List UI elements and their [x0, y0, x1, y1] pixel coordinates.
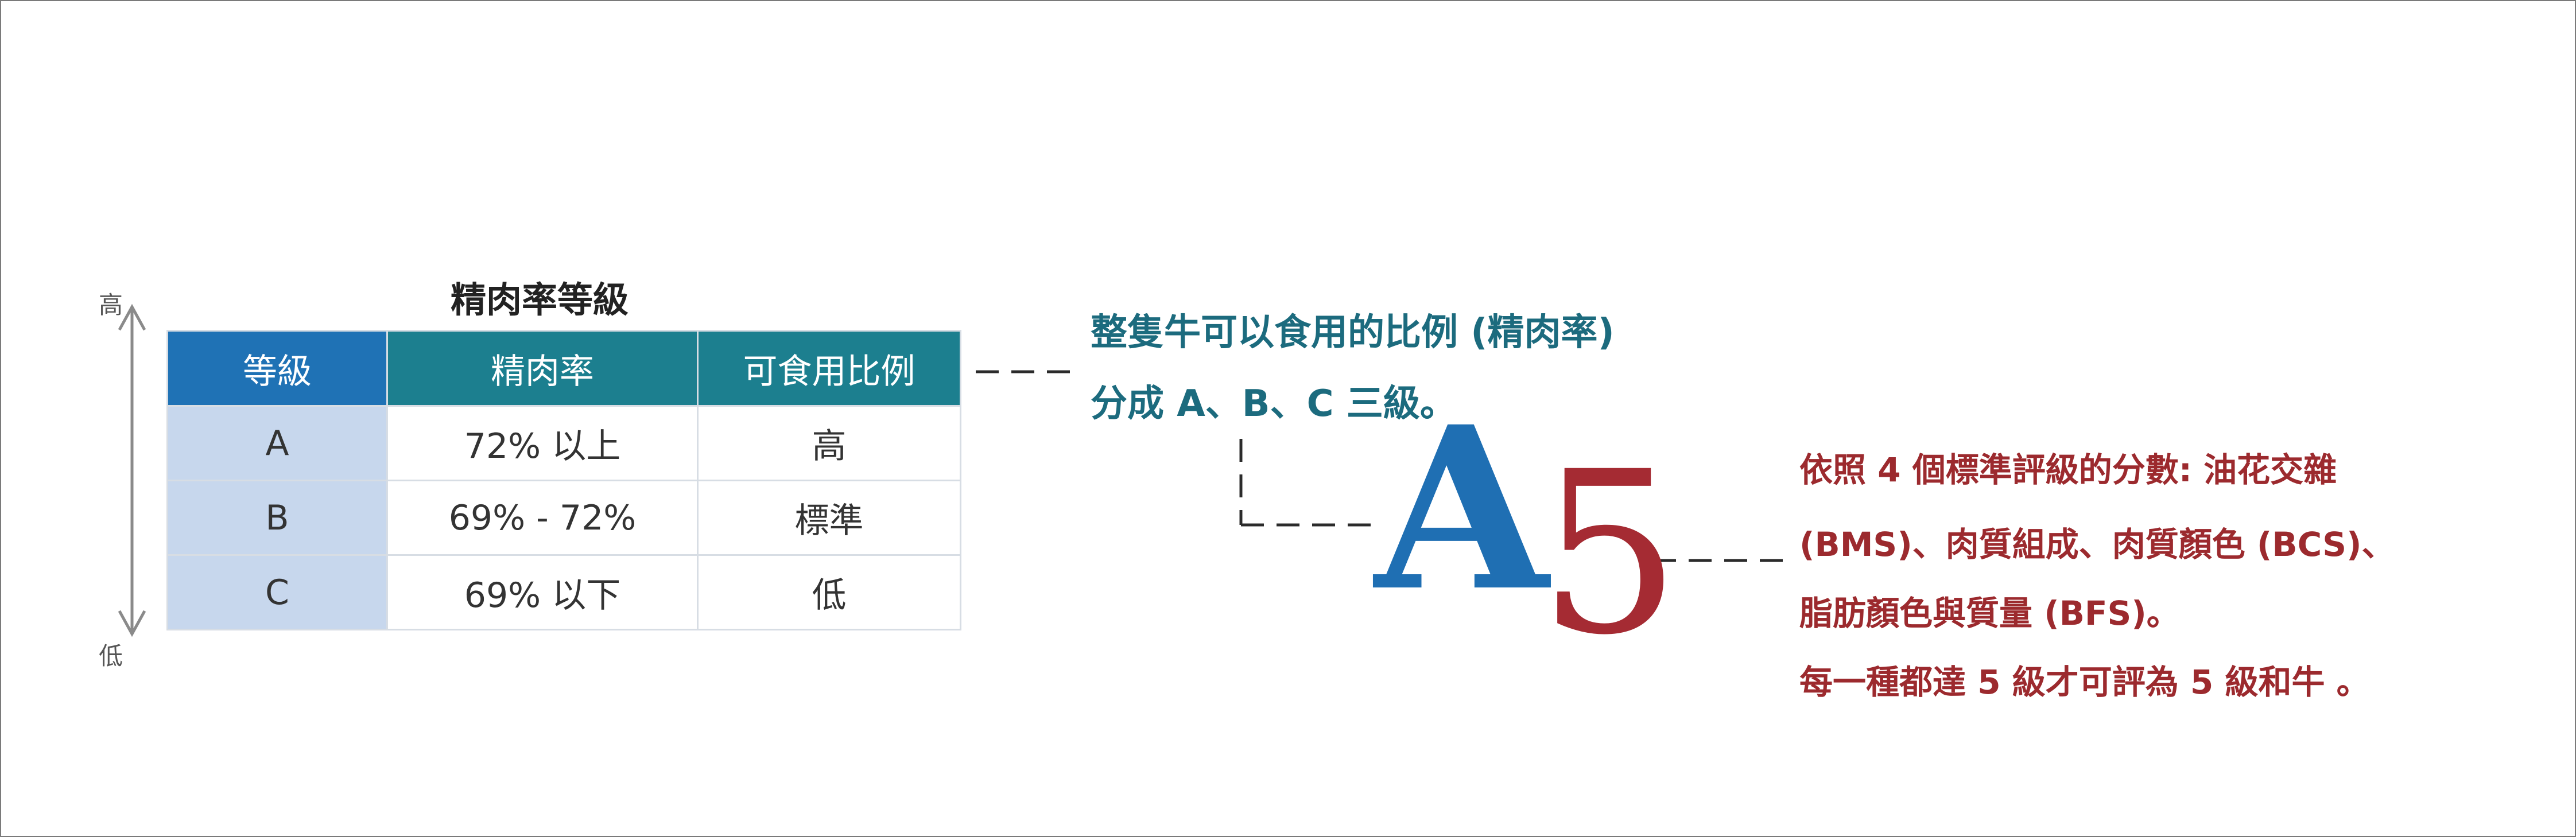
grade-letter: A: [1375, 377, 1549, 640]
quality-note-line-4: 每一種都達 5 級才可評為 5 級和牛 。: [1799, 663, 2370, 702]
quality-note-line-1: 依照 4 個標準評級的分數: 油花交雜: [1799, 450, 2337, 489]
quality-note-line-3: 脂肪顏色與質量 (BFS)。: [1799, 594, 2180, 633]
grade-number: 5: [1538, 423, 1681, 684]
quality-note-line-2: (BMS)、肉質組成、肉質顏色 (BCS)、: [1799, 525, 2395, 564]
connector-lines: [976, 370, 1788, 562]
